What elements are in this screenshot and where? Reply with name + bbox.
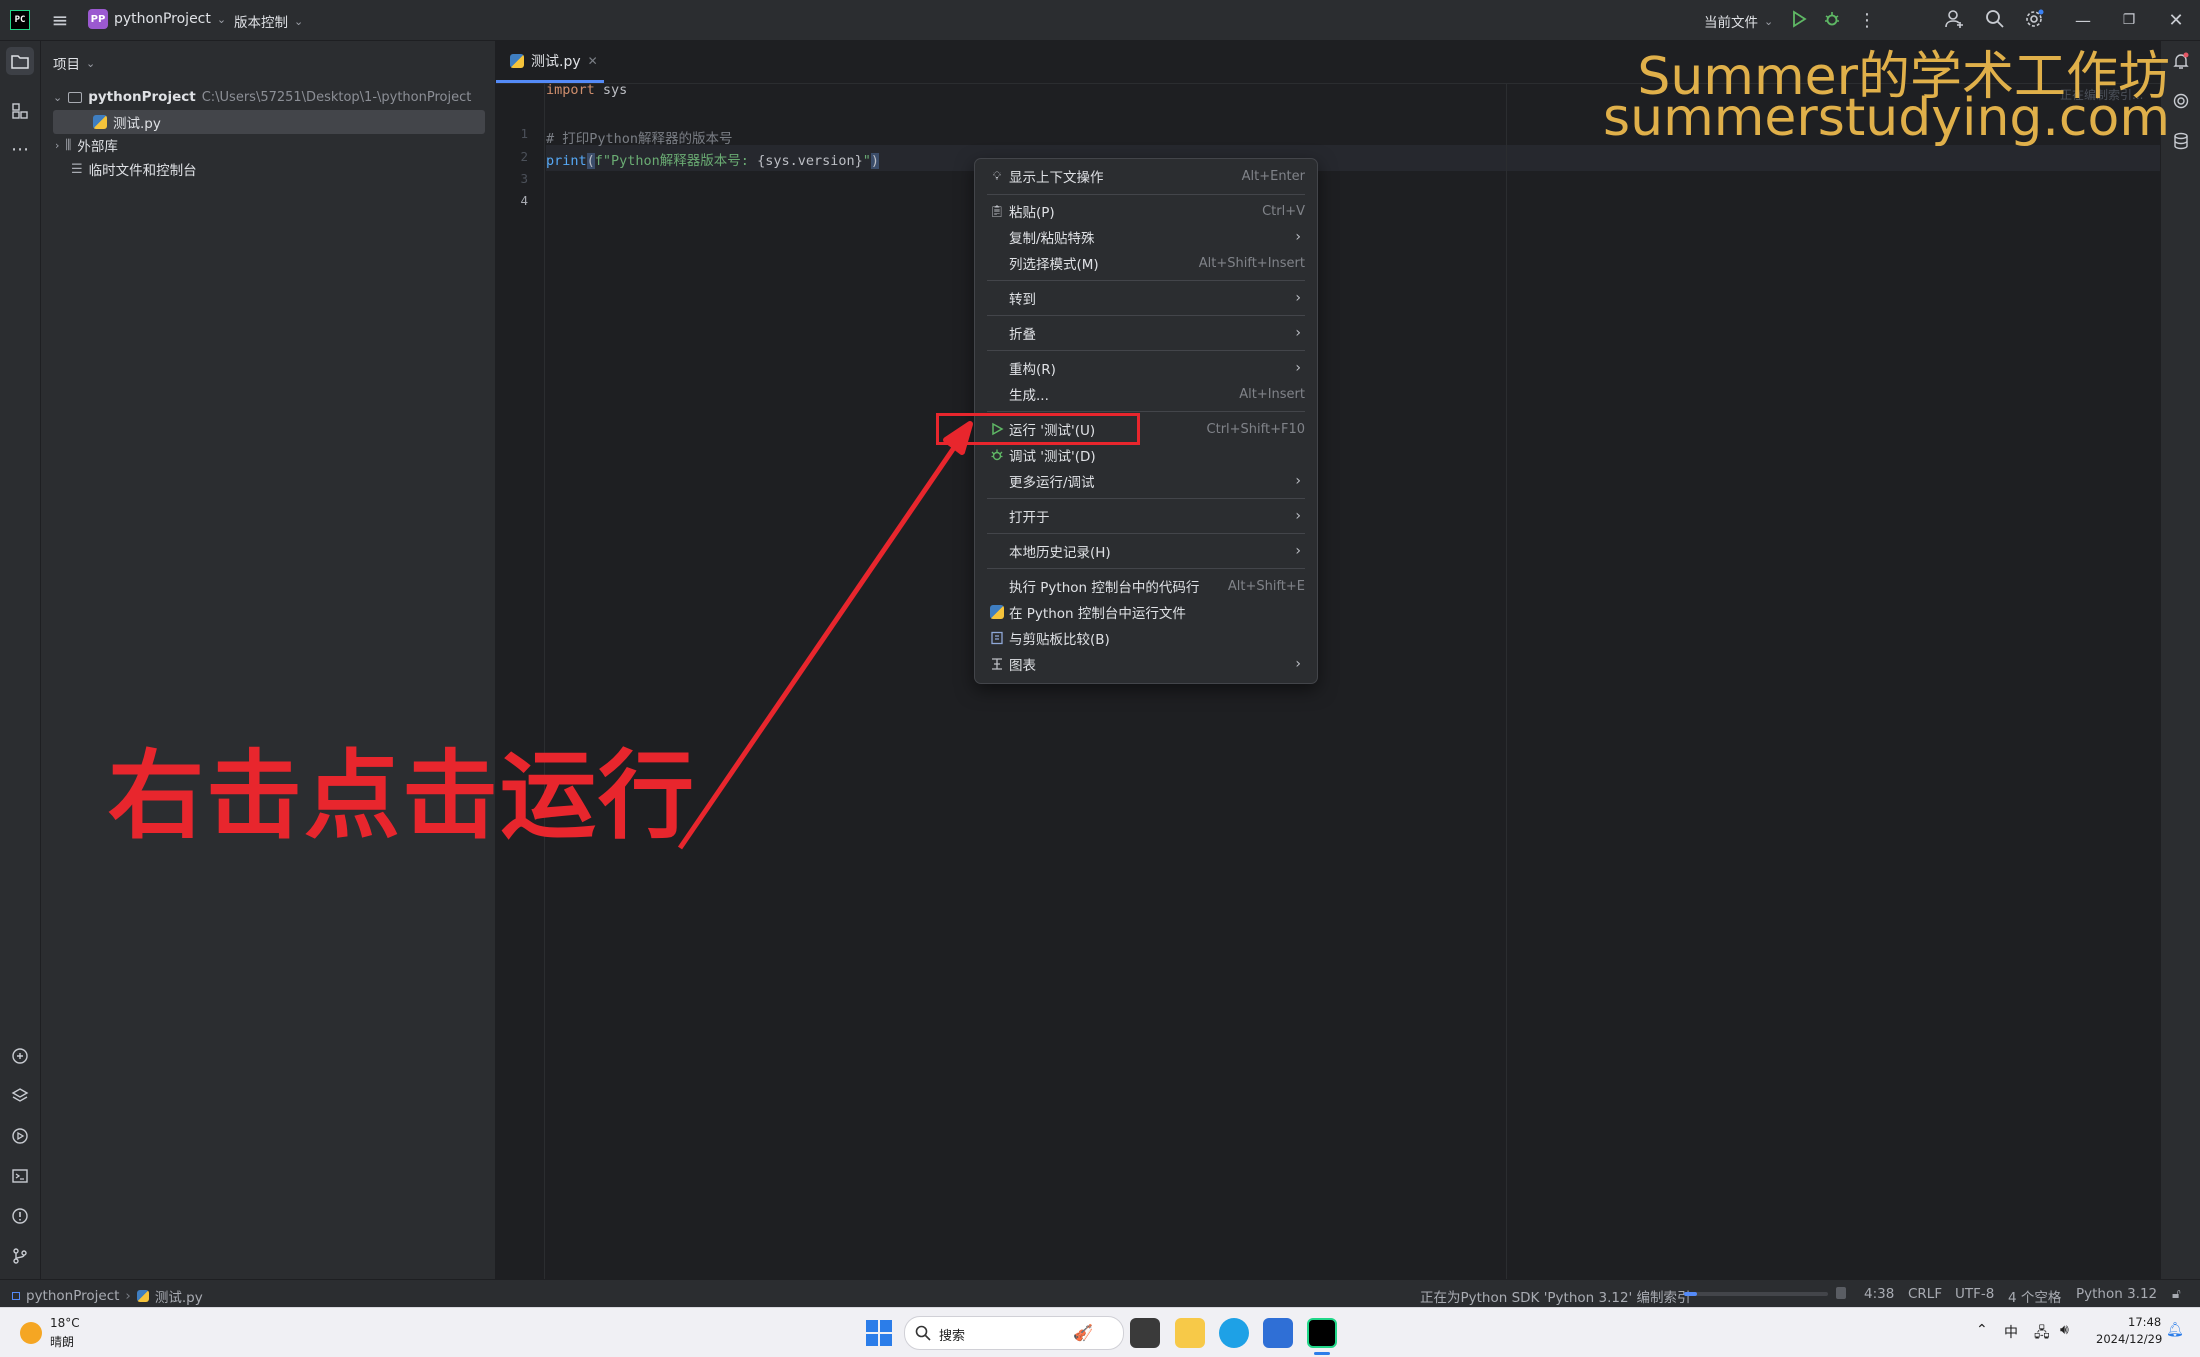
search-icon <box>915 1325 931 1341</box>
annotation-arrow <box>677 421 973 850</box>
chevron-up-icon[interactable]: ⌃ <box>1976 1322 1988 1338</box>
clock-time[interactable]: 17:48 <box>2128 1315 2161 1329</box>
edge-browser-icon[interactable] <box>1219 1318 1249 1348</box>
pause-icon[interactable] <box>1836 1287 1846 1299</box>
network-icon[interactable]: 🖧︎ <box>2034 1322 2050 1346</box>
indexing-progress-bar <box>1684 1292 1828 1296</box>
taskbar-search-box[interactable]: 搜索 🎻 <box>904 1316 1124 1350</box>
lock-icon[interactable]: 🔓︎ <box>2172 1286 2181 1302</box>
indexing-progress-fill <box>1684 1292 1697 1296</box>
python-file-icon <box>136 1290 149 1302</box>
ime-indicator[interactable]: 中 <box>2004 1322 2018 1342</box>
status-bar: pythonProject › 测试.py 正在为Python SDK 'Pyt… <box>0 1279 2200 1308</box>
file-explorer-icon[interactable] <box>1175 1318 1205 1348</box>
volume-icon[interactable]: 🔊︎ <box>2060 1322 2069 1338</box>
weather-temp[interactable]: 18°C <box>50 1316 80 1330</box>
windows-taskbar: 18°C 晴朗 搜索 🎻 ⌃ 中 🖧︎ 🔊︎ 17:48 2024/12/29 … <box>0 1307 2200 1357</box>
file-encoding[interactable]: UTF-8 <box>1955 1286 1994 1302</box>
annotation-text: 右击点击运行 <box>108 740 696 852</box>
violin-icon: 🎻 <box>1073 1323 1093 1342</box>
notification-bell-icon[interactable]: 🔔︎ <box>2166 1322 2184 1338</box>
interpreter-selector[interactable]: Python 3.12 <box>2076 1286 2157 1302</box>
watermark-line-2: summerstudying.com <box>1603 88 2170 148</box>
module-icon <box>12 1292 20 1300</box>
indexing-status[interactable]: 正在为Python SDK 'Python 3.12' 编制索引 <box>1420 1286 1691 1306</box>
chevron-right-icon: › <box>125 1288 131 1304</box>
breadcrumb-file[interactable]: 测试.py <box>155 1286 203 1306</box>
taskbar-app-icon[interactable] <box>1130 1318 1160 1348</box>
breadcrumb: pythonProject › 测试.py <box>12 1286 203 1306</box>
weather-desc[interactable]: 晴朗 <box>50 1333 74 1350</box>
active-app-indicator <box>1314 1352 1330 1355</box>
store-icon[interactable] <box>1263 1318 1293 1348</box>
clock-date[interactable]: 2024/12/29 <box>2096 1332 2162 1346</box>
weather-sun-icon[interactable] <box>20 1322 42 1344</box>
windows-start-icon[interactable] <box>866 1320 892 1346</box>
breadcrumb-project[interactable]: pythonProject <box>26 1288 119 1304</box>
taskbar-search-placeholder: 搜索 <box>939 1329 966 1344</box>
pycharm-taskbar-icon[interactable] <box>1307 1318 1337 1348</box>
indent-setting[interactable]: 4 个空格 <box>2008 1286 2061 1306</box>
caret-position[interactable]: 4:38 <box>1864 1286 1894 1302</box>
line-separator[interactable]: CRLF <box>1908 1286 1942 1302</box>
